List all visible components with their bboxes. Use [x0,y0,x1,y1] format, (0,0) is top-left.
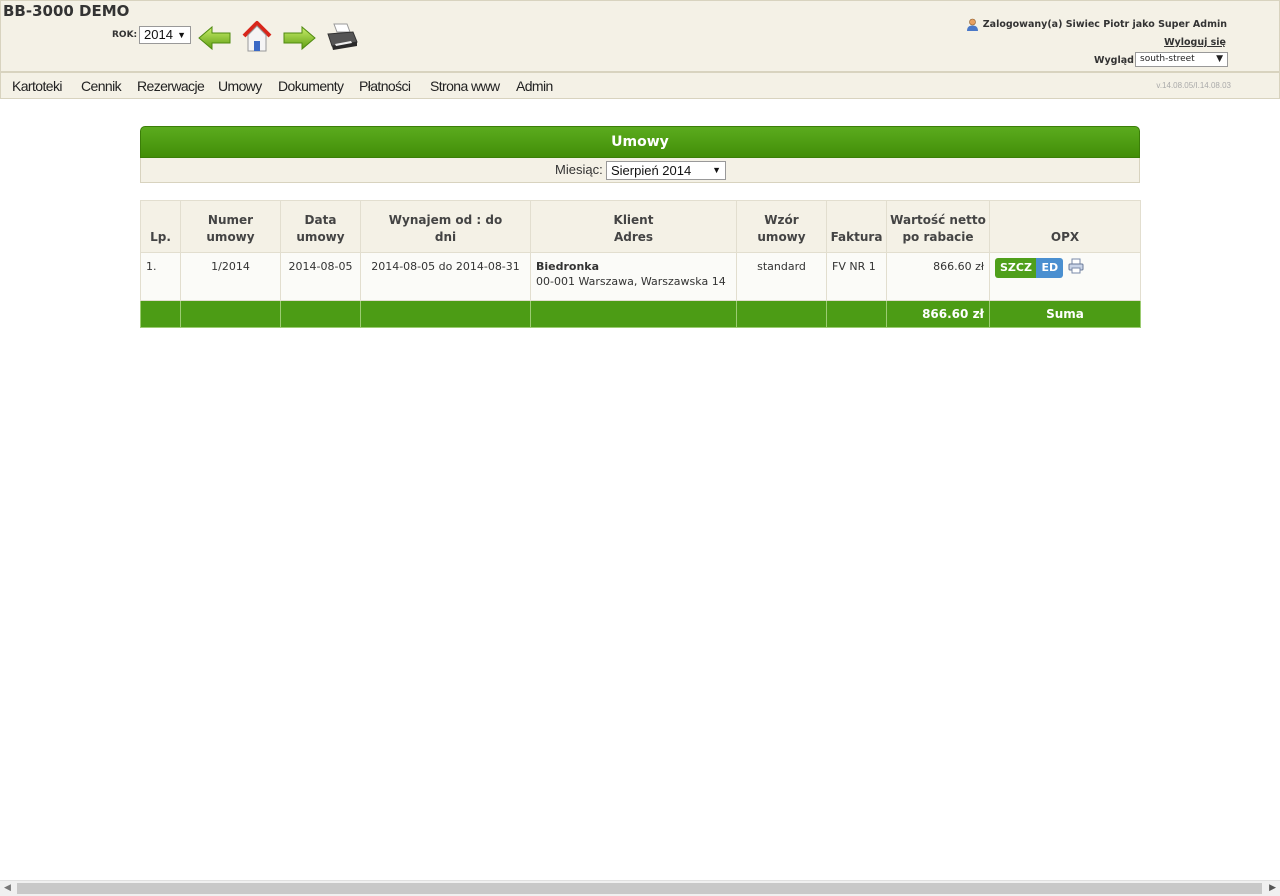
col-numer-umowy[interactable]: Numer umowy [180,200,281,253]
chevron-down-icon: ▼ [177,30,186,40]
theme-select[interactable]: south-street ▼ [1135,52,1228,67]
sum-empty-cell [736,300,827,328]
user-icon [966,18,978,31]
logout-link[interactable]: Wyloguj się [1164,37,1226,48]
sum-row: 866.60 zł Suma [140,300,1141,328]
scroll-left-icon[interactable]: ◀ [4,883,11,893]
cell-opx: SZCZ ED [989,252,1141,301]
cell-lp: 1. [140,252,181,301]
sum-empty-cell [140,300,181,328]
home-icon[interactable] [240,20,274,54]
contracts-table: Lp. Numer umowy Data umowy Wynajem od : d… [140,200,1141,328]
cell-wynajem: 2014-08-05 do 2014-08-31 [360,252,531,301]
col-klient[interactable]: Klient Adres [530,200,737,253]
cell-klient: Biedronka 00-001 Warszawa, Warszawska 14 [530,252,737,301]
arrow-right-icon[interactable] [282,25,316,51]
theme-value: south-street [1140,54,1195,64]
main-menu: Kartoteki Cennik Rezerwacje Umowy Dokume… [0,72,1280,99]
menu-item-kartoteki[interactable]: Kartoteki [12,78,62,94]
horizontal-scrollbar[interactable]: ◀ ▶ [0,880,1280,896]
month-select[interactable]: Sierpień 2014 ▼ [606,161,726,180]
menu-item-cennik[interactable]: Cennik [81,78,122,94]
user-info: Zalogowany(a) Siwiec Piotr jako Super Ad… [966,18,1227,31]
chevron-down-icon: ▼ [1216,54,1223,64]
edit-button[interactable]: ED [1036,258,1064,278]
cell-wartosc: 866.60 zł [886,252,990,301]
menu-item-umowy[interactable]: Umowy [218,78,262,94]
table-row: 1. 1/2014 2014-08-05 2014-08-05 do 2014-… [140,252,1141,301]
col-wartosc-label-1: Wartość netto [890,213,986,227]
sum-value: 866.60 zł [886,300,990,328]
col-faktura[interactable]: Faktura [826,200,887,253]
col-opx-label: OPX [1050,230,1080,244]
col-data-label-2: umowy [296,230,345,244]
cell-numer: 1/2014 [180,252,281,301]
menu-item-rezerwacje[interactable]: Rezerwacje [137,78,205,94]
menu-item-strona-www[interactable]: Strona www [430,78,500,94]
col-opx: OPX [989,200,1141,253]
col-numer-label: Numer umowy [206,213,255,244]
details-button[interactable]: SZCZ [995,258,1037,278]
sum-empty-cell [180,300,281,328]
theme-label: Wygląd: [1094,55,1138,66]
sum-label: Suma [989,300,1141,328]
cell-faktura: FV NR 1 [826,252,887,301]
menu-item-dokumenty[interactable]: Dokumenty [278,78,344,94]
col-lp-label: Lp. [150,230,171,244]
chevron-down-icon: ▼ [712,165,721,175]
year-value: 2014 [144,27,173,42]
month-value: Sierpień 2014 [611,163,692,178]
printer-icon[interactable] [1068,258,1084,274]
col-data-umowy[interactable]: Data umowy [280,200,361,253]
top-header: BB-3000 DEMO ROK: 2014 ▼ Zalogowany(a) S… [0,0,1280,72]
scrollbar-thumb[interactable] [17,883,1262,894]
cell-wzor: standard [736,252,827,301]
sum-empty-cell [826,300,887,328]
col-wartosc-label-2: po rabacie [902,230,974,244]
col-wynajem-label-1: Wynajem od : do [388,213,503,227]
client-address: 00-001 Warszawa, Warszawska 14 [536,275,726,288]
cell-data: 2014-08-05 [280,252,361,301]
menu-item-admin[interactable]: Admin [516,78,553,94]
col-wartosc[interactable]: Wartość netto po rabacie [886,200,990,253]
printer-icon[interactable] [325,22,359,52]
client-name: Biedronka [536,260,600,273]
page-title: Umowy [140,126,1140,158]
month-label: Miesiąc: [555,162,603,177]
col-wynajem[interactable]: Wynajem od : do dni [360,200,531,253]
user-login-text: Zalogowany(a) Siwiec Piotr jako Super Ad… [982,19,1227,30]
app-title: BB-3000 DEMO [3,2,130,20]
year-label: ROK: [112,30,138,40]
sum-empty-cell [360,300,531,328]
sum-empty-cell [530,300,737,328]
table-header-row: Lp. Numer umowy Data umowy Wynajem od : d… [140,200,1141,253]
col-wynajem-label-2: dni [434,230,457,244]
version-text: v.14.08.05/I.14.08.03 [1156,81,1231,90]
menu-item-platnosci[interactable]: Płatności [359,78,411,94]
col-lp[interactable]: Lp. [140,200,181,253]
arrow-left-icon[interactable] [198,25,232,51]
month-filter-bar: Miesiąc: Sierpień 2014 ▼ [140,158,1140,183]
year-select[interactable]: 2014 ▼ [139,26,191,44]
sum-empty-cell [280,300,361,328]
col-data-label-1: Data [304,213,337,227]
col-faktura-label: Faktura [830,230,883,244]
col-klient-label-1: Klient [613,213,654,227]
scroll-right-icon[interactable]: ▶ [1269,883,1276,893]
col-wzor-umowy[interactable]: Wzór umowy [736,200,827,253]
col-klient-label-2: Adres [613,230,654,244]
col-wzor-label: Wzór umowy [757,213,806,244]
